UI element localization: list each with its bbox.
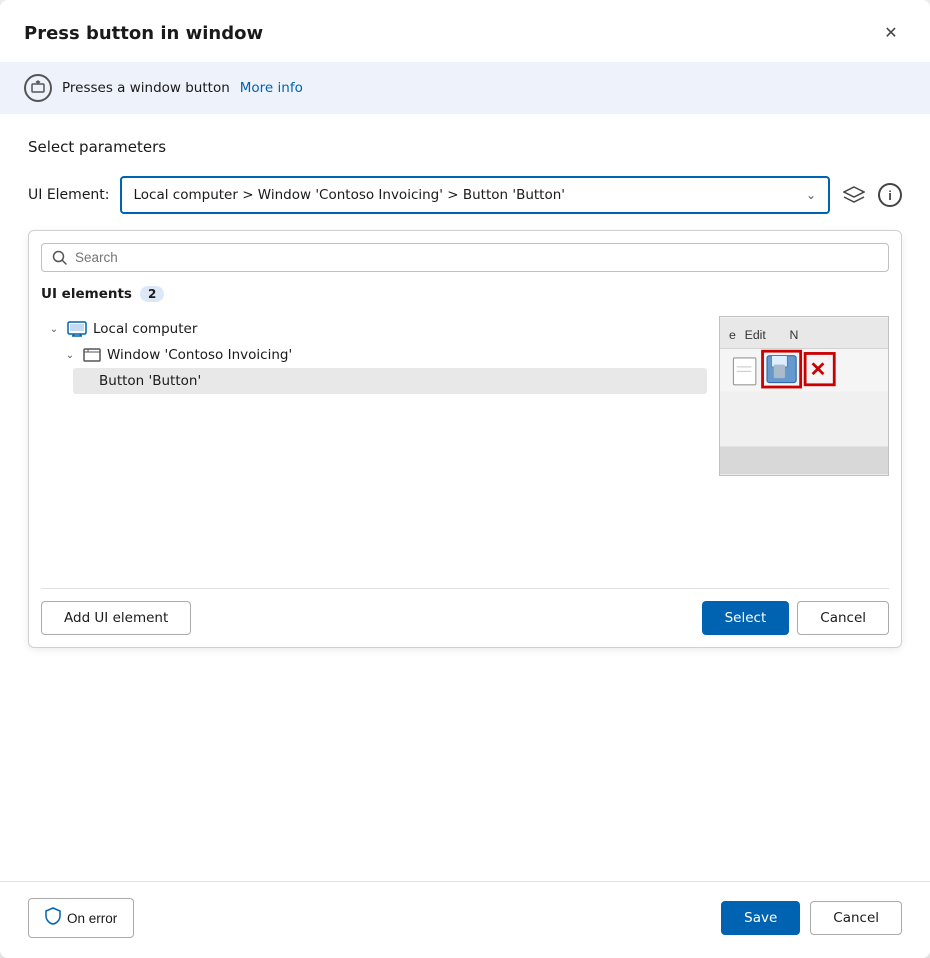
button-label: Button 'Button' [99, 373, 201, 389]
section-title: Select parameters [28, 138, 902, 156]
tree-item-local-computer[interactable]: ⌄ Local computer [41, 316, 707, 342]
close-button[interactable]: ✕ [876, 18, 906, 48]
save-button[interactable]: Save [721, 901, 800, 935]
footer-right: Save Cancel [721, 901, 902, 935]
svg-text:N: N [789, 328, 798, 342]
on-error-label: On error [67, 911, 117, 926]
local-computer-label: Local computer [93, 321, 197, 337]
tree-list: ⌄ Local computer [41, 316, 707, 574]
search-box [41, 243, 889, 272]
panel-footer: Add UI element Select Cancel [41, 588, 889, 635]
svg-text:Edit: Edit [745, 328, 767, 342]
search-icon [52, 250, 67, 265]
layers-icon [843, 186, 865, 204]
panel-cancel-button[interactable]: Cancel [797, 601, 889, 635]
dropdown-container: Local computer > Window 'Contoso Invoici… [120, 176, 902, 214]
svg-text:✕: ✕ [810, 359, 827, 381]
info-icon-button[interactable]: i [878, 183, 902, 207]
panel-left-buttons: Add UI element [41, 601, 191, 635]
panel-right-buttons: Select Cancel [702, 601, 889, 635]
dialog-title: Press button in window [24, 23, 263, 44]
expand-icon: ⌄ [47, 324, 61, 335]
computer-icon [67, 321, 87, 337]
layers-button[interactable] [838, 179, 870, 211]
window-label: Window 'Contoso Invoicing' [107, 347, 292, 363]
ui-elements-label: UI elements [41, 286, 132, 302]
more-info-link[interactable]: More info [240, 80, 303, 96]
svg-text:e: e [729, 328, 736, 342]
info-bar: Presses a window button More info [0, 62, 930, 114]
chevron-down-icon: ⌄ [806, 188, 816, 202]
shield-icon [45, 907, 61, 929]
field-row: UI Element: Local computer > Window 'Con… [28, 176, 902, 214]
dialog-footer: On error Save Cancel [0, 881, 930, 958]
tree-container: ⌄ Local computer [41, 316, 889, 574]
ui-elements-count: 2 [140, 286, 164, 302]
tree-item-window[interactable]: ⌄ Window 'Contoso Invoicing' [57, 342, 707, 368]
info-text: Presses a window button [62, 80, 230, 96]
select-button[interactable]: Select [702, 601, 790, 635]
dialog-header: Press button in window ✕ [0, 0, 930, 62]
add-ui-element-button[interactable]: Add UI element [41, 601, 191, 635]
preview-image: e Edit N [720, 317, 888, 475]
cancel-button[interactable]: Cancel [810, 901, 902, 935]
dropdown-panel: UI elements 2 ⌄ [28, 230, 902, 648]
footer-left: On error [28, 898, 134, 938]
press-button-icon [24, 74, 52, 102]
preview-box: e Edit N [719, 316, 889, 476]
search-input[interactable] [75, 250, 878, 265]
on-error-button[interactable]: On error [28, 898, 134, 938]
ui-elements-header: UI elements 2 [41, 282, 889, 306]
window-icon [83, 348, 101, 362]
tree-item-button[interactable]: Button 'Button' [73, 368, 707, 394]
dropdown-value: Local computer > Window 'Contoso Invoici… [134, 187, 806, 203]
dialog-container: Press button in window ✕ Presses a windo… [0, 0, 930, 958]
dialog-body: Select parameters UI Element: Local comp… [0, 114, 930, 881]
ui-element-dropdown[interactable]: Local computer > Window 'Contoso Invoici… [120, 176, 830, 214]
field-label: UI Element: [28, 187, 110, 203]
expand-icon-2: ⌄ [63, 350, 77, 361]
